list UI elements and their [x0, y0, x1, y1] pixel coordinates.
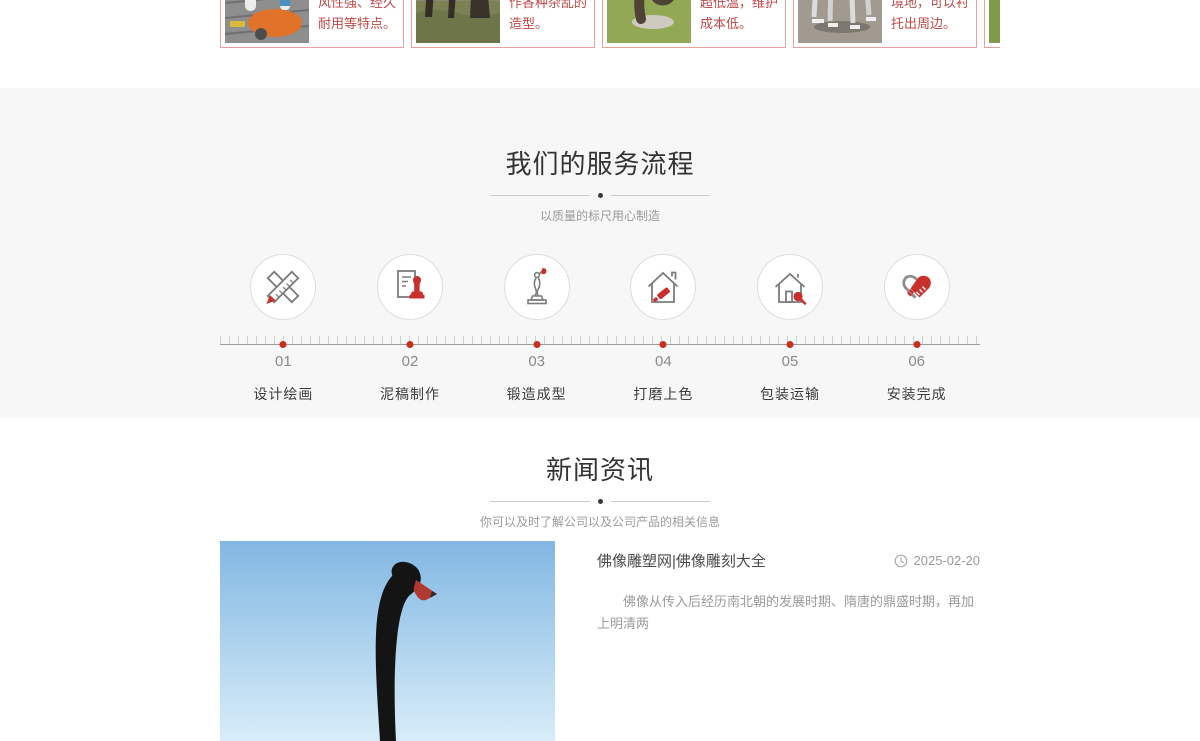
divider-dot — [598, 193, 603, 198]
black-swan-photo[interactable] — [220, 541, 555, 741]
divider-line — [611, 501, 711, 502]
timeline-dot — [913, 341, 920, 348]
product-card-text: 成型，可以制作各种杂乱的造型。 — [500, 0, 590, 43]
timeline-dot — [660, 341, 667, 348]
step-circle — [377, 254, 443, 320]
product-card-text: 达艺术升华的境地，可以衬托出周边。 — [882, 0, 972, 43]
news-article-excerpt: 佛像从传入后经历南北朝的发展时期、隋唐的鼎盛时期，再加上明清两 — [597, 591, 980, 635]
product-card[interactable]: 风性强、经久耐用等特点。 — [220, 0, 404, 48]
product-card-text: 风性强、经久耐用等特点。 — [309, 0, 399, 43]
rabbit-carrot-sculpture-photo — [225, 0, 309, 43]
service-section-title: 我们的服务流程 — [0, 144, 1200, 181]
step-numbers-row: 01 02 03 04 05 06 — [220, 353, 980, 370]
handshake-heart-icon — [897, 267, 937, 307]
abstract-bronze-sculpture-photo — [607, 0, 691, 43]
product-carousel-strip: 风性强、经久耐用等特点。 成型，可以制作各种杂乱的造型。 — [0, 0, 1200, 88]
step-label: 设计绘画 — [253, 384, 313, 404]
service-steps: 01 02 03 04 05 06 设计绘画 泥稿制作 锻造成型 打磨上色 包装… — [220, 254, 980, 404]
green-field-photo — [989, 0, 1000, 43]
news-article: 佛像雕塑网|佛像雕刻大全 2025-02-20 佛像从传入后经历南北朝的发展时期… — [220, 541, 980, 741]
divider-line — [611, 195, 711, 196]
news-article-body: 佛像雕塑网|佛像雕刻大全 2025-02-20 佛像从传入后经历南北朝的发展时期… — [555, 541, 980, 741]
timeline-dot — [407, 341, 414, 348]
step-label: 锻造成型 — [507, 384, 567, 404]
document-stamp-icon — [390, 267, 430, 307]
title-divider — [490, 193, 710, 198]
product-card[interactable]: 成型，可以制作各种杂乱的造型。 — [411, 0, 595, 48]
news-section-title: 新闻资讯 — [0, 450, 1200, 487]
step-number: 06 — [908, 353, 925, 370]
step-number: 04 — [655, 353, 672, 370]
step-label: 安装完成 — [887, 384, 947, 404]
step-icons-row — [220, 254, 980, 320]
step-number: 05 — [782, 353, 799, 370]
news-section: 新闻资讯 你可以及时了解公司以及公司产品的相关信息 — [0, 418, 1200, 741]
divider-line — [490, 501, 590, 502]
news-section-subtitle: 你可以及时了解公司以及公司产品的相关信息 — [0, 513, 1200, 530]
clock-icon — [894, 554, 908, 568]
statue-icon — [517, 267, 557, 307]
news-article-date: 2025-02-20 — [894, 553, 981, 568]
step-label: 包装运输 — [760, 384, 820, 404]
process-timeline-ruler — [220, 336, 980, 345]
product-cards-row: 风性强、经久耐用等特点。 成型，可以制作各种杂乱的造型。 — [220, 0, 1000, 48]
divider-dot — [598, 499, 603, 504]
divider-line — [490, 195, 590, 196]
step-circle — [250, 254, 316, 320]
timeline-dot — [280, 341, 287, 348]
step-circle — [630, 254, 696, 320]
step-label: 泥稿制作 — [380, 384, 440, 404]
news-date-text: 2025-02-20 — [914, 553, 981, 568]
news-article-title[interactable]: 佛像雕塑网|佛像雕刻大全 — [597, 550, 766, 571]
house-paint-roller-icon — [643, 267, 683, 307]
timeline-dot — [787, 341, 794, 348]
house-magnifier-icon — [770, 267, 810, 307]
stainless-deer-sculpture-photo — [798, 0, 882, 43]
product-card-text: 低温甚至于耐超低温，维护成本低。 — [691, 0, 781, 43]
product-card[interactable] — [984, 0, 1000, 48]
step-circle — [504, 254, 570, 320]
step-label: 打磨上色 — [633, 384, 693, 404]
product-card[interactable]: 低温甚至于耐超低温，维护成本低。 — [602, 0, 786, 48]
timeline-dot — [533, 341, 540, 348]
step-number: 01 — [275, 353, 292, 370]
service-section-subtitle: 以质量的标尺用心制造 — [0, 207, 1200, 224]
product-card[interactable]: 达艺术升华的境地，可以衬托出周边。 — [793, 0, 977, 48]
step-number: 02 — [402, 353, 419, 370]
step-labels-row: 设计绘画 泥稿制作 锻造成型 打磨上色 包装运输 安装完成 — [220, 384, 980, 404]
news-article-head: 佛像雕塑网|佛像雕刻大全 2025-02-20 — [597, 550, 980, 571]
title-divider — [490, 499, 710, 504]
ruler-pencil-icon — [263, 267, 303, 307]
product-carousel-viewport: 风性强、经久耐用等特点。 成型，可以制作各种杂乱的造型。 — [220, 0, 1000, 88]
bronze-horse-sculpture-photo — [416, 0, 500, 43]
step-circle — [757, 254, 823, 320]
step-circle — [884, 254, 950, 320]
service-process-section: 我们的服务流程 以质量的标尺用心制造 — [0, 88, 1200, 418]
step-number: 03 — [528, 353, 545, 370]
